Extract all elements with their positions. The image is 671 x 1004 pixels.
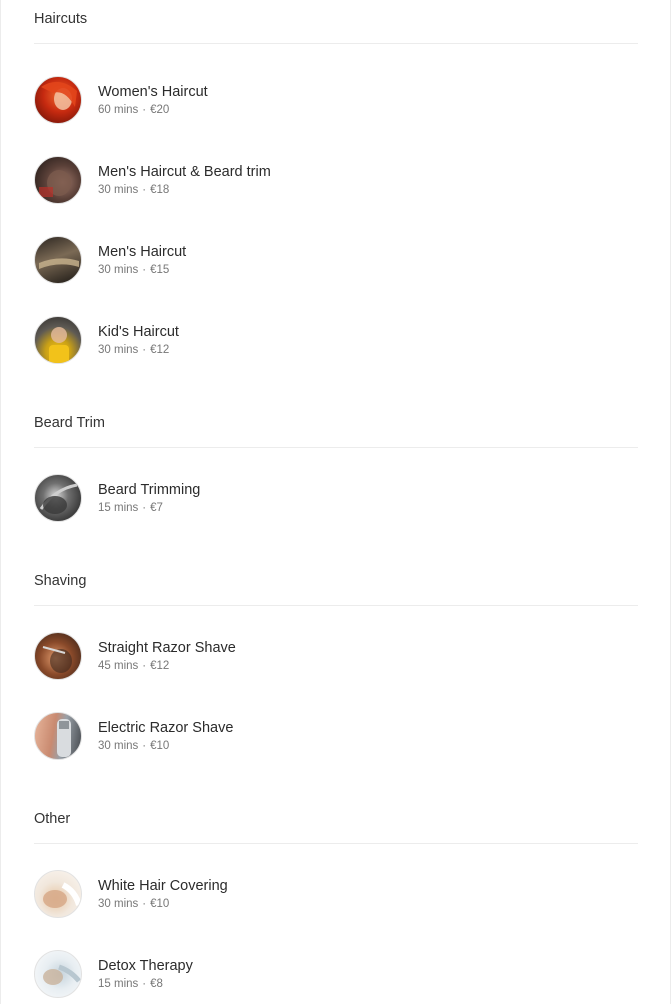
service-price: €15 xyxy=(150,263,170,276)
meta-separator: · xyxy=(142,739,147,752)
service-name: Detox Therapy xyxy=(98,957,193,974)
meta-separator: · xyxy=(142,977,147,990)
straight-razor-photo xyxy=(34,632,82,680)
service-meta: 15 mins · €7 xyxy=(98,501,200,516)
meta-separator: · xyxy=(142,897,147,910)
meta-separator: · xyxy=(142,263,147,276)
service-item-electric-razor-shave[interactable]: Electric Razor Shave 30 mins · €10 xyxy=(34,712,638,760)
service-duration: 15 mins xyxy=(98,501,139,514)
service-meta: 30 mins · €15 xyxy=(98,263,186,278)
service-price: €12 xyxy=(150,659,170,672)
service-duration: 30 mins xyxy=(98,263,139,276)
category-shaving: Shaving Straight Razor Shave 45 mins · €12… xyxy=(1,562,670,760)
service-name: Kid's Haircut xyxy=(98,323,179,340)
service-name: Straight Razor Shave xyxy=(98,639,236,656)
service-name: Beard Trimming xyxy=(98,481,201,498)
service-price: €12 xyxy=(150,343,170,356)
service-price: €20 xyxy=(150,103,170,116)
service-name: White Hair Covering xyxy=(98,877,228,894)
meta-separator: · xyxy=(142,659,147,672)
service-price: €10 xyxy=(150,739,170,752)
meta-separator: · xyxy=(142,501,147,514)
service-name: Electric Razor Shave xyxy=(98,719,234,736)
service-meta: 45 mins · €12 xyxy=(98,659,236,674)
mens-haircut-beard-photo xyxy=(34,156,82,204)
service-duration: 45 mins xyxy=(98,659,139,672)
electric-razor-photo xyxy=(34,712,82,760)
category-title: Haircuts xyxy=(34,0,638,44)
service-price: €7 xyxy=(150,501,163,514)
service-item-white-hair-covering[interactable]: White Hair Covering 30 mins · €10 xyxy=(34,870,638,918)
service-duration: 30 mins xyxy=(98,897,139,910)
service-duration: 30 mins xyxy=(98,183,139,196)
womens-haircut-photo xyxy=(34,76,82,124)
service-meta: 30 mins · €10 xyxy=(98,739,233,754)
meta-separator: · xyxy=(142,103,147,116)
service-duration: 60 mins xyxy=(98,103,139,116)
service-meta: 15 mins · €8 xyxy=(98,977,193,992)
service-duration: 30 mins xyxy=(98,739,139,752)
service-meta: 60 mins · €20 xyxy=(98,103,208,118)
service-meta: 30 mins · €10 xyxy=(98,897,228,912)
service-item-mens-haircut[interactable]: Men's Haircut 30 mins · €15 xyxy=(34,236,638,284)
service-item-detox-therapy[interactable]: Detox Therapy 15 mins · €8 xyxy=(34,950,638,998)
category-title: Beard Trim xyxy=(34,404,638,448)
service-duration: 15 mins xyxy=(98,977,139,990)
meta-separator: · xyxy=(142,183,147,196)
service-duration: 30 mins xyxy=(98,343,139,356)
service-item-kids-haircut[interactable]: Kid's Haircut 30 mins · €12 xyxy=(34,316,638,364)
service-price: €18 xyxy=(150,183,170,196)
hair-covering-photo xyxy=(34,870,82,918)
kids-haircut-photo xyxy=(34,316,82,364)
service-name: Men's Haircut & Beard trim xyxy=(98,163,271,180)
category-haircuts: Haircuts Women's Haircut 60 mins · €20 Men… xyxy=(1,0,670,364)
service-item-beard-trimming[interactable]: Beard Trimming 15 mins · €7 xyxy=(34,474,638,522)
category-title: Other xyxy=(34,800,638,844)
service-price: €8 xyxy=(150,977,163,990)
service-meta: 30 mins · €12 xyxy=(98,343,179,358)
meta-separator: · xyxy=(142,343,147,356)
service-item-straight-razor-shave[interactable]: Straight Razor Shave 45 mins · €12 xyxy=(34,632,638,680)
category-other: Other White Hair Covering 30 mins · €10 De… xyxy=(1,800,670,998)
detox-therapy-photo xyxy=(34,950,82,998)
service-price: €10 xyxy=(150,897,170,910)
beard-trimming-photo xyxy=(34,474,82,522)
service-name: Men's Haircut xyxy=(98,243,187,260)
service-item-mens-haircut-beard-trim[interactable]: Men's Haircut & Beard trim 30 mins · €18 xyxy=(34,156,638,204)
category-title: Shaving xyxy=(34,562,638,606)
service-meta: 30 mins · €18 xyxy=(98,183,271,198)
service-name: Women's Haircut xyxy=(98,83,208,100)
mens-haircut-photo xyxy=(34,236,82,284)
service-item-womens-haircut[interactable]: Women's Haircut 60 mins · €20 xyxy=(34,76,638,124)
services-page: Haircuts Women's Haircut 60 mins · €20 Men… xyxy=(0,0,671,1004)
category-beard-trim: Beard Trim Beard Trimming 15 mins · €7 xyxy=(1,404,670,522)
